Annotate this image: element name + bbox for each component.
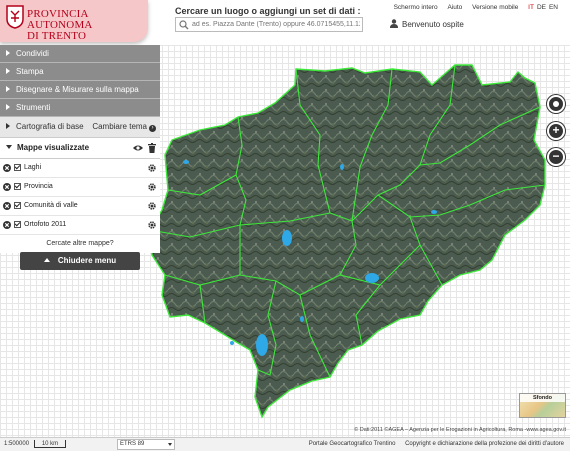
remove-layer-icon[interactable] — [3, 221, 11, 229]
search-title: Cercare un luogo o aggiungi un set di da… — [175, 6, 361, 16]
remove-layer-icon[interactable] — [3, 164, 11, 172]
maps-panel: Mappe visualizzate Laghi Provincia Comun… — [0, 138, 160, 253]
user-icon — [390, 19, 398, 28]
maps-panel-title: Mappe visualizzate — [17, 143, 90, 152]
fullscreen-link[interactable]: Schermo intero — [394, 4, 438, 11]
logo[interactable]: PROVINCIA AUTONOMA DI TRENTO — [0, 0, 148, 42]
scale-bar: 10 km — [34, 440, 66, 448]
locate-icon — [553, 101, 559, 107]
layer-name: Comunità di valle — [24, 202, 78, 209]
search-input[interactable] — [192, 19, 360, 30]
layer-name: Laghi — [24, 164, 42, 171]
sidebar-item-label: Strumenti — [16, 103, 51, 112]
sidebar-item-label: Stampa — [16, 67, 44, 76]
footer: 1:500000 10 km ETRS 89 Portale Geocartog… — [0, 437, 570, 451]
scale-value: 1:500000 — [4, 441, 30, 447]
language-it[interactable]: IT — [528, 4, 534, 11]
gear-icon[interactable] — [148, 183, 156, 191]
zoom-in-button[interactable]: + — [547, 122, 565, 140]
header: PROVINCIA AUTONOMA DI TRENTO Cercare un … — [0, 0, 570, 45]
layer-visibility-checkbox[interactable] — [14, 202, 21, 209]
sidebar-item-print[interactable]: Stampa — [0, 63, 160, 81]
logo-line-2: DI TRENTO — [27, 30, 87, 42]
layer-visibility-checkbox[interactable] — [14, 183, 21, 190]
background-switcher-label: Sfondo — [520, 394, 565, 402]
gear-icon[interactable] — [148, 221, 156, 229]
sidebar-item-label: Condividi — [16, 49, 49, 58]
basemap-label: Cartografia di base — [16, 122, 84, 131]
sidebar: Condividi Stampa Disegnare & Misurare su… — [0, 45, 160, 253]
user-label: Benvenuto ospite — [402, 20, 464, 29]
minus-icon: − — [552, 149, 560, 163]
logo-text: PROVINCIA AUTONOMA DI TRENTO — [27, 9, 147, 42]
remove-layer-icon[interactable] — [3, 202, 11, 210]
plus-icon: + — [552, 123, 560, 137]
sidebar-item-share[interactable]: Condividi — [0, 45, 160, 63]
layer-name: Provincia — [24, 183, 53, 190]
maps-panel-header[interactable]: Mappe visualizzate — [0, 138, 160, 159]
mobile-version-link[interactable]: Versione mobile — [472, 4, 518, 11]
sidebar-item-label: Disegnare & Misurare sulla mappa — [16, 85, 139, 94]
change-theme-button[interactable]: Cambiare tema › — [92, 117, 156, 137]
eye-icon[interactable] — [133, 144, 143, 152]
user-login[interactable]: Benvenuto ospite — [390, 19, 464, 29]
arrow-right-icon: › — [149, 125, 156, 132]
layer-visibility-checkbox[interactable] — [14, 221, 21, 228]
caret-right-icon — [6, 68, 10, 74]
close-menu-button[interactable]: Chiudere menu — [20, 252, 140, 270]
logo-line-1: PROVINCIA AUTONOMA — [27, 8, 93, 31]
caret-down-icon — [6, 145, 12, 149]
copyright-link[interactable]: Copyright e dichiarazione della profezio… — [405, 441, 564, 447]
trash-icon[interactable] — [148, 143, 156, 153]
locate-button[interactable] — [547, 95, 565, 113]
caret-right-icon — [6, 123, 10, 129]
coat-of-arms-icon — [6, 5, 24, 29]
sidebar-item-tools[interactable]: Strumenti — [0, 99, 160, 117]
caret-right-icon — [6, 50, 10, 56]
remove-layer-icon[interactable] — [3, 183, 11, 191]
more-maps-link[interactable]: Cercate altre mappe? — [0, 235, 160, 253]
crs-select[interactable]: ETRS 89 — [117, 439, 175, 450]
gear-icon[interactable] — [148, 202, 156, 210]
caret-right-icon — [6, 104, 10, 110]
layer-row: Laghi — [0, 159, 160, 178]
province-area — [149, 64, 546, 419]
layer-row: Ortofoto 2011 — [0, 216, 160, 235]
map-credits: © Dati:2011 ©AGEA – Agenzia per le Eroga… — [354, 427, 566, 433]
search-icon — [179, 20, 189, 30]
language-de[interactable]: DE — [537, 4, 546, 11]
top-links: Schermo intero Aiuto Versione mobile IT D… — [386, 4, 558, 11]
caret-right-icon — [6, 86, 10, 92]
gear-icon[interactable] — [148, 164, 156, 172]
footer-links: Portale Geocartografico Trentino Copyrig… — [301, 441, 564, 447]
layer-row: Comunità di valle — [0, 197, 160, 216]
change-theme-label: Cambiare tema — [92, 122, 147, 131]
layer-name: Ortofoto 2011 — [24, 221, 67, 228]
layer-row: Provincia — [0, 178, 160, 197]
close-menu-label: Chiudere menu — [57, 256, 117, 265]
portal-link[interactable]: Portale Geocartografico Trentino — [309, 441, 396, 447]
chevron-down-icon — [168, 443, 172, 446]
language-en[interactable]: EN — [549, 4, 558, 11]
caret-up-icon — [43, 258, 50, 262]
basemap-section[interactable]: Cartografia di base Cambiare tema › — [0, 117, 160, 138]
help-link[interactable]: Aiuto — [447, 4, 462, 11]
search-box[interactable] — [175, 17, 363, 32]
crs-value: ETRS 89 — [120, 441, 145, 447]
layer-visibility-checkbox[interactable] — [14, 164, 21, 171]
zoom-out-button[interactable]: − — [547, 148, 565, 166]
sidebar-item-draw-measure[interactable]: Disegnare & Misurare sulla mappa — [0, 81, 160, 99]
background-switcher[interactable]: Sfondo — [519, 393, 566, 418]
